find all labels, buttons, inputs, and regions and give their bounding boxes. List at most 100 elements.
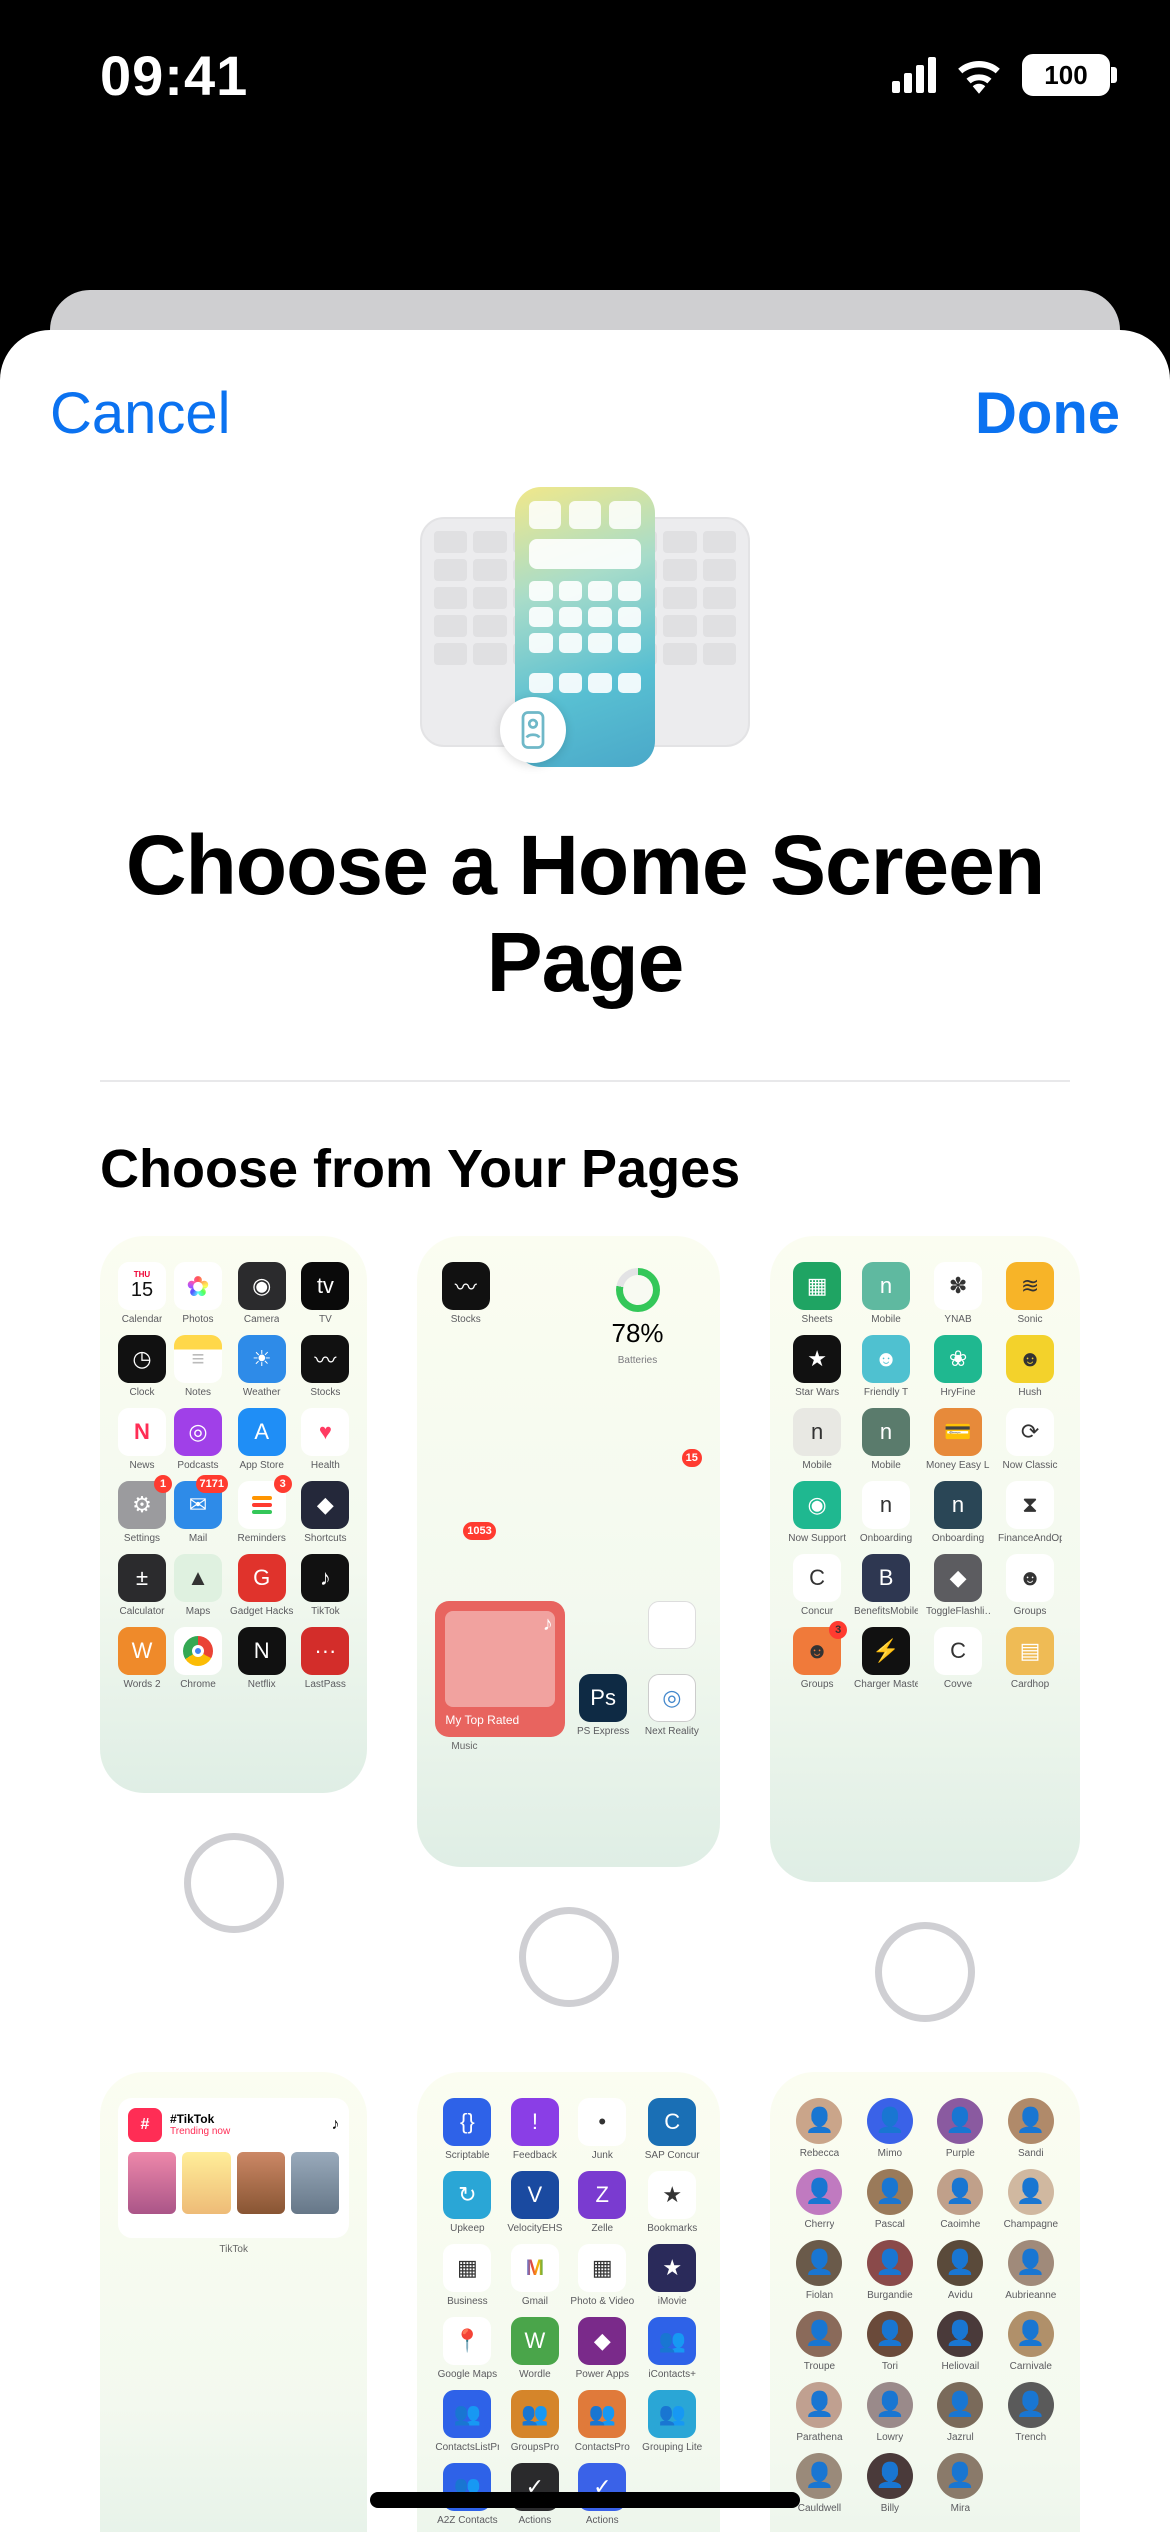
folder: 1053: [435, 1528, 496, 1591]
battery-icon: 100: [1022, 54, 1110, 96]
pages-grid: THU15Calendar✿Photos◉CameratvTV◷Clock≡No…: [0, 1236, 1170, 2532]
folder: [573, 1601, 634, 1664]
home-indicator[interactable]: [370, 2492, 800, 2508]
page-option-4[interactable]: # #TikTokTrending now ♪: [100, 2072, 367, 2532]
status-time: 09:41: [100, 43, 248, 108]
app-next-reality: ◎Next Reality: [642, 1674, 703, 1737]
app-icon: ✉7171Mail: [174, 1481, 222, 1544]
contact-avatar: 👤Champagne: [1000, 2169, 1062, 2230]
app-icon: 👥ContactsListPro: [435, 2390, 499, 2453]
app-icon: ✿Photos: [174, 1262, 222, 1325]
page-radio-2[interactable]: [519, 1907, 619, 2007]
contact-avatar: 👤Carnivale: [1000, 2311, 1062, 2372]
contact-avatar: 👤Caoimhe: [929, 2169, 991, 2230]
app-icon: ···LastPass: [301, 1627, 349, 1690]
app-icon: ★Bookmarks: [642, 2171, 702, 2234]
wifi-icon: [954, 56, 1004, 94]
app-icon: ◎Podcasts: [174, 1408, 222, 1471]
app-icon: ≡Notes: [174, 1335, 222, 1398]
app-icon: ★Star Wars: [788, 1335, 846, 1398]
contact-avatar: 👤Purple: [929, 2098, 991, 2159]
app-icon: ↻Upkeep: [435, 2171, 499, 2234]
folder: [642, 1528, 703, 1591]
contact-avatar: 👤Burgandie: [859, 2240, 921, 2301]
app-icon: 👥iContacts+: [642, 2317, 702, 2380]
app-icon: ⧗FinanceAndOp…: [998, 1481, 1062, 1544]
tiktok-label: TikTok: [118, 2244, 349, 2255]
cancel-button[interactable]: Cancel: [50, 380, 231, 447]
contact-avatar: 👤Tori: [859, 2311, 921, 2372]
page-option-5[interactable]: {}Scriptable!Feedback•JunkCSAP Concur↻Up…: [417, 2072, 720, 2532]
app-icon: nMobile: [854, 1408, 918, 1471]
app-icon: ⚙1Settings: [118, 1481, 166, 1544]
app-icon: ▦Business: [435, 2244, 499, 2307]
app-icon: tvTV: [301, 1262, 349, 1325]
app-icon: ≋Sonic: [998, 1262, 1062, 1325]
contact-avatar: 👤Avidu: [929, 2240, 991, 2301]
status-icons: 100: [892, 54, 1110, 96]
contact-avatar: 👤Pascal: [859, 2169, 921, 2230]
app-icon: ▤Cardhop: [998, 1627, 1062, 1690]
app-icon: 👥ContactsPro: [570, 2390, 634, 2453]
folder: [504, 1528, 565, 1591]
folder: [573, 1455, 634, 1518]
app-icon: nMobile: [788, 1408, 846, 1471]
contact-avatar: 👤Trench: [1000, 2382, 1062, 2443]
section-label: Choose from Your Pages: [0, 1082, 1170, 1236]
page-radio-3[interactable]: [875, 1922, 975, 2022]
page-option-1[interactable]: THU15Calendar✿Photos◉CameratvTV◷Clock≡No…: [100, 1236, 367, 2021]
app-icon: 📍Google Maps: [435, 2317, 499, 2380]
folder: [435, 1455, 496, 1518]
app-icon: VVelocityEHS: [507, 2171, 562, 2234]
app-icon: WWords 2: [118, 1627, 166, 1690]
app-icon: ▦Sheets: [788, 1262, 846, 1325]
page-preview-4: # #TikTokTrending now ♪: [100, 2072, 367, 2532]
app-icon: nOnboarding: [854, 1481, 918, 1544]
app-icon: ♪TikTok: [301, 1554, 349, 1617]
contact-avatar: 👤Lowry: [859, 2382, 921, 2443]
app-icon: nOnboarding: [926, 1481, 990, 1544]
app-icon: ☻Friendly T: [854, 1335, 918, 1398]
focus-badge-icon: [500, 697, 566, 763]
phone-frame: 09:41 100 Cancel Done: [0, 0, 1170, 2532]
modal-sheet: Cancel Done: [0, 330, 1170, 2532]
app-icon: 👥GroupsPro: [507, 2390, 562, 2453]
folder: 15: [642, 1455, 703, 1518]
app-icon: BBenefitsMobile: [854, 1554, 918, 1617]
app-icon: CCovve: [926, 1627, 990, 1690]
contact-avatar: 👤Billy: [859, 2453, 921, 2514]
folder: [573, 1382, 634, 1445]
app-icon: ZZelle: [570, 2171, 634, 2234]
app-icon: 〰Stocks: [301, 1335, 349, 1398]
app-icon: CSAP Concur: [642, 2098, 702, 2161]
app-icon: ☻Groups: [998, 1554, 1062, 1617]
done-button[interactable]: Done: [975, 380, 1120, 447]
page-preview-5: {}Scriptable!Feedback•JunkCSAP Concur↻Up…: [417, 2072, 720, 2532]
app-icon: ☀Weather: [230, 1335, 293, 1398]
app-icon: WWordle: [507, 2317, 562, 2380]
music-label: Music: [451, 1741, 702, 1752]
page-option-2[interactable]: 〰Stocks 78% Batteries: [417, 1236, 720, 2021]
contact-avatar: 👤Mimo: [859, 2098, 921, 2159]
contact-avatar: 👤Troupe: [788, 2311, 850, 2372]
app-icon: ◷Clock: [118, 1335, 166, 1398]
folder: [504, 1455, 565, 1518]
app-blank: [642, 1601, 703, 1664]
app-icon: !Feedback: [507, 2098, 562, 2161]
app-ps-express: PsPS Express: [573, 1674, 634, 1737]
page-option-3[interactable]: ▦SheetsnMobile✽YNAB≋Sonic★Star Wars☻Frie…: [770, 1236, 1080, 2021]
page-option-6[interactable]: 👤Rebecca👤Mimo👤Purple👤Sandi👤Cherry👤Pascal…: [770, 2072, 1080, 2532]
app-icon: nMobile: [854, 1262, 918, 1325]
app-icon: ♥Health: [301, 1408, 349, 1471]
contact-avatar: 👤Aubrieanne: [1000, 2240, 1062, 2301]
folder: [504, 1382, 565, 1445]
app-icon: AApp Store: [230, 1408, 293, 1471]
page-preview-3: ▦SheetsnMobile✽YNAB≋Sonic★Star Wars☻Frie…: [770, 1236, 1080, 1881]
app-icon: ✽YNAB: [926, 1262, 990, 1325]
contact-avatar: 👤Sandi: [1000, 2098, 1062, 2159]
contact-avatar: 👤Cherry: [788, 2169, 850, 2230]
page-radio-1[interactable]: [184, 1833, 284, 1933]
contact-avatar: 👤Fiolan: [788, 2240, 850, 2301]
app-icon: ±Calculator: [118, 1554, 166, 1617]
music-note-icon: ♪: [543, 1613, 553, 1636]
